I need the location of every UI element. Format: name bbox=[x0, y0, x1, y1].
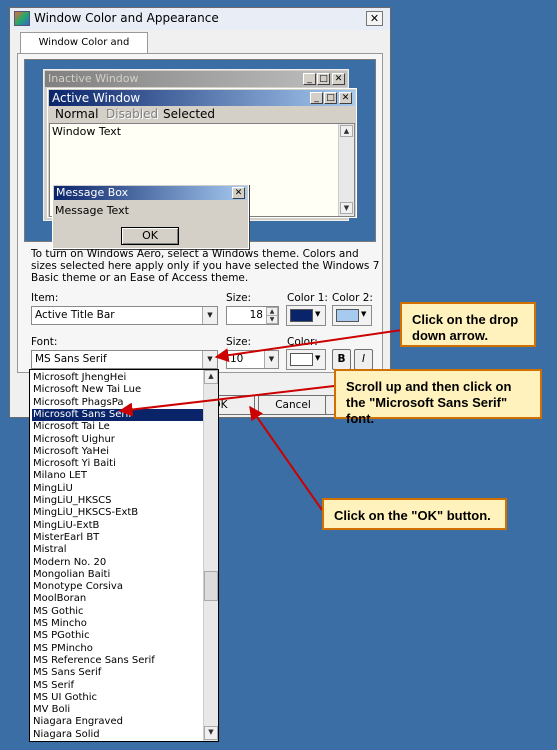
callout-ok: Click on the "OK" button. bbox=[322, 498, 507, 530]
arrow-to-dropdown bbox=[214, 329, 403, 363]
arrow-to-font-item bbox=[118, 385, 335, 417]
callout-dropdown: Click on the drop down arrow. bbox=[400, 302, 536, 347]
callout-scroll-select: Scroll up and then click on the "Microso… bbox=[334, 369, 542, 426]
arrow-to-ok-button bbox=[249, 405, 323, 511]
